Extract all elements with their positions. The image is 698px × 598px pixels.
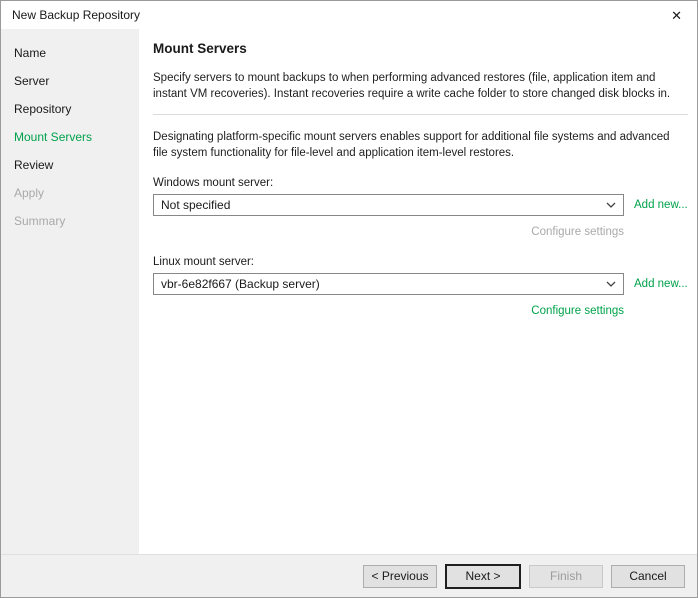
sidebar-item-mount-servers[interactable]: Mount Servers xyxy=(1,123,139,151)
linux-mount-server-value: vbr-6e82f667 (Backup server) xyxy=(161,277,320,291)
sidebar-item-label: Repository xyxy=(14,102,71,116)
windows-configure-settings-link: Configure settings xyxy=(531,226,624,238)
chevron-down-icon xyxy=(606,202,616,208)
close-icon[interactable]: ✕ xyxy=(666,7,687,24)
linux-mount-server-label: Linux mount server: xyxy=(153,256,688,268)
page-title: Mount Servers xyxy=(153,41,688,56)
windows-mount-server-label: Windows mount server: xyxy=(153,177,688,189)
sidebar-item-name[interactable]: Name xyxy=(1,39,139,67)
sidebar-item-server[interactable]: Server xyxy=(1,67,139,95)
sidebar-item-summary: Summary xyxy=(1,207,139,235)
page-description: Specify servers to mount backups to when… xyxy=(153,70,678,102)
footer-button-bar: < Previous Next > Finish Cancel xyxy=(1,554,697,597)
sidebar-item-label: Summary xyxy=(14,214,65,228)
sidebar-item-label: Server xyxy=(14,74,49,88)
linux-configure-settings-link[interactable]: Configure settings xyxy=(531,305,624,317)
windows-mount-server-select[interactable]: Not specified xyxy=(153,194,624,216)
windows-mount-server-value: Not specified xyxy=(161,198,230,212)
title-bar: New Backup Repository ✕ xyxy=(1,1,697,29)
chevron-down-icon xyxy=(606,281,616,287)
sidebar-item-apply: Apply xyxy=(1,179,139,207)
wizard-steps-sidebar: Name Server Repository Mount Servers Rev… xyxy=(1,29,139,554)
window-title: New Backup Repository xyxy=(12,8,140,22)
sidebar-item-label: Review xyxy=(14,158,53,172)
next-button[interactable]: Next > xyxy=(445,564,521,589)
mount-servers-note: Designating platform-specific mount serv… xyxy=(153,129,678,161)
sidebar-item-label: Apply xyxy=(14,186,44,200)
cancel-button[interactable]: Cancel xyxy=(611,565,685,588)
linux-configure-settings-row: Configure settings xyxy=(153,301,624,319)
sidebar-item-repository[interactable]: Repository xyxy=(1,95,139,123)
linux-add-new-link[interactable]: Add new... xyxy=(634,278,688,290)
previous-button[interactable]: < Previous xyxy=(363,565,437,588)
new-backup-repository-dialog: New Backup Repository ✕ Name Server Repo… xyxy=(0,0,698,598)
finish-button: Finish xyxy=(529,565,603,588)
windows-mount-server-row: Not specified Add new... xyxy=(153,194,688,216)
sidebar-item-label: Mount Servers xyxy=(14,130,92,144)
sidebar-item-review[interactable]: Review xyxy=(1,151,139,179)
linux-mount-server-row: vbr-6e82f667 (Backup server) Add new... xyxy=(153,273,688,295)
sidebar-item-label: Name xyxy=(14,46,46,60)
windows-configure-settings-row: Configure settings xyxy=(153,222,624,240)
divider xyxy=(153,114,688,115)
linux-mount-server-select[interactable]: vbr-6e82f667 (Backup server) xyxy=(153,273,624,295)
dialog-body: Name Server Repository Mount Servers Rev… xyxy=(1,29,697,554)
page-content: Mount Servers Specify servers to mount b… xyxy=(139,29,698,554)
windows-add-new-link[interactable]: Add new... xyxy=(634,199,688,211)
